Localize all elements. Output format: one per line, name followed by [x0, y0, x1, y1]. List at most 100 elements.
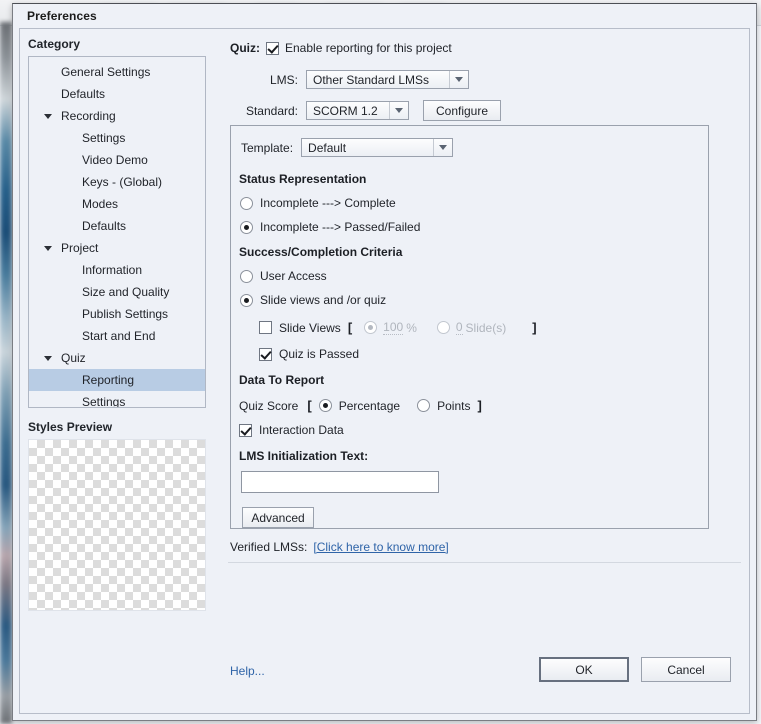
footer-separator: [228, 562, 741, 563]
quiz-score-label: Quiz Score: [239, 398, 299, 413]
interaction-data-checkbox[interactable]: [239, 423, 252, 437]
lms-initialization-text-input[interactable]: [241, 471, 439, 493]
slide-views-bracket-close: ]: [532, 320, 537, 335]
interaction-data-label: Interaction Data: [259, 423, 344, 437]
slide-views-label: Slide Views: [279, 320, 341, 335]
sidebar-item-label: Modes: [82, 197, 119, 211]
verified-lms-link[interactable]: [Click here to know more]: [313, 540, 448, 554]
chevron-down-icon: [449, 71, 468, 88]
enable-reporting-row: Quiz: Enable reporting for this project: [230, 41, 452, 55]
quiz-is-passed-label: Quiz is Passed: [279, 347, 360, 361]
radio-incomplete-complete[interactable]: [240, 196, 253, 210]
radio-incomplete-passed-failed[interactable]: [240, 220, 253, 234]
sidebar-item-keys-global[interactable]: Keys - (Global): [29, 171, 205, 193]
percent-value-field[interactable]: 100: [383, 320, 404, 335]
styles-preview-canvas: [28, 439, 206, 611]
tree-expand-icon[interactable]: [42, 105, 54, 127]
percentage-label: Percentage: [338, 398, 401, 413]
verified-lms-row: Verified LMSs: [Click here to know more]: [230, 540, 449, 554]
data-to-report-heading: Data To Report: [239, 373, 325, 387]
slides-unit-label: Slide(s): [465, 320, 507, 335]
enable-reporting-label: Enable reporting for this project: [285, 41, 452, 55]
template-dropdown[interactable]: Default: [301, 138, 454, 157]
status-option-passed-failed[interactable]: Incomplete ---> Passed/Failed: [240, 220, 420, 234]
quiz-score-row: Quiz Score [ Percentage Points ]: [239, 398, 482, 413]
sidebar-item-quiz[interactable]: Quiz: [29, 347, 205, 369]
standard-dropdown-value: SCORM 1.2: [313, 103, 378, 118]
sidebar-item-information[interactable]: Information: [29, 259, 205, 281]
lms-row: LMS: Other Standard LMSs: [230, 70, 469, 89]
status-option-complete[interactable]: Incomplete ---> Complete: [240, 196, 396, 210]
template-dropdown-value: Default: [308, 140, 347, 155]
configure-button[interactable]: Configure: [423, 100, 501, 121]
slide-views-checkbox[interactable]: [259, 321, 272, 334]
sidebar-item-reporting[interactable]: Reporting: [29, 369, 205, 391]
category-tree[interactable]: General Settings Defaults Recording Setting…: [28, 56, 206, 408]
radio-user-access[interactable]: [240, 269, 253, 283]
sidebar-item-general-settings[interactable]: General Settings: [29, 61, 205, 83]
sidebar-item-size-and-quality[interactable]: Size and Quality: [29, 281, 205, 303]
sidebar-item-start-and-end[interactable]: Start and End: [29, 325, 205, 347]
sidebar-item-modes[interactable]: Modes: [29, 193, 205, 215]
tree-expand-icon[interactable]: [42, 237, 54, 259]
quiz-is-passed-row: Quiz is Passed: [259, 347, 359, 361]
cancel-button-label: Cancel: [667, 662, 705, 677]
standard-dropdown[interactable]: SCORM 1.2: [306, 101, 409, 120]
sidebar-item-label: Defaults: [61, 87, 106, 101]
lms-dropdown[interactable]: Other Standard LMSs: [306, 70, 469, 89]
sidebar-item-defaults[interactable]: Defaults: [29, 83, 205, 105]
criteria-option-user-access-label: User Access: [260, 269, 327, 283]
status-representation-heading: Status Representation: [239, 172, 367, 186]
reporting-panel: Quiz: Enable reporting for this project …: [228, 37, 741, 705]
sidebar-item-label: Quiz: [61, 351, 86, 365]
sidebar-item-settings[interactable]: Settings: [29, 127, 205, 149]
status-option-complete-label: Incomplete ---> Complete: [260, 196, 396, 210]
background-filmstrip: [0, 22, 12, 724]
standard-label: Standard:: [245, 103, 298, 118]
sidebar-item-defaults[interactable]: Defaults: [29, 215, 205, 237]
quiz-label: Quiz:: [230, 41, 260, 55]
help-link[interactable]: Help...: [230, 664, 265, 678]
sidebar-item-label: Recording: [61, 109, 116, 123]
sidebar-item-label: Size and Quality: [82, 285, 170, 299]
sidebar-item-recording[interactable]: Recording: [29, 105, 205, 127]
sidebar-item-publish-settings[interactable]: Publish Settings: [29, 303, 205, 325]
criteria-option-user-access[interactable]: User Access: [240, 269, 327, 283]
advanced-button[interactable]: Advanced: [242, 507, 314, 528]
sidebar-item-label: Defaults: [82, 219, 127, 233]
cancel-button[interactable]: Cancel: [641, 657, 731, 682]
chevron-down-icon: [433, 139, 452, 156]
points-label: Points: [437, 398, 471, 413]
preferences-dialog: Preferences Category General Settings Def…: [12, 3, 757, 721]
percent-unit-label: %: [406, 320, 417, 335]
criteria-option-slide-views-quiz[interactable]: Slide views and /or quiz: [240, 293, 386, 307]
slides-value-field[interactable]: 0: [455, 320, 463, 335]
sidebar-item-label: Keys - (Global): [82, 175, 163, 189]
quiz-score-bracket-open: [: [307, 398, 312, 413]
lms-initialization-text-label: LMS Initialization Text:: [239, 449, 369, 463]
template-row: Template: Default: [241, 138, 454, 157]
radio-points[interactable]: [417, 399, 431, 412]
sidebar-item-video-demo[interactable]: Video Demo: [29, 149, 205, 171]
radio-percentage-threshold[interactable]: [364, 321, 378, 334]
sidebar-item-settings[interactable]: Settings: [29, 391, 205, 408]
interaction-data-row: Interaction Data: [239, 423, 344, 437]
sidebar-item-label: Video Demo: [82, 153, 148, 167]
sidebar-item-project[interactable]: Project: [29, 237, 205, 259]
quiz-is-passed-checkbox[interactable]: [259, 347, 272, 361]
dialog-titlebar: Preferences: [13, 4, 756, 26]
slide-views-bracket-open: [: [347, 320, 353, 335]
left-column: Category General Settings Defaults Recordi…: [28, 37, 218, 611]
ok-button[interactable]: OK: [539, 657, 629, 682]
lms-label: LMS:: [269, 72, 298, 87]
sidebar-item-label: Settings: [82, 395, 126, 408]
enable-reporting-checkbox[interactable]: [266, 41, 279, 55]
standard-row: Standard: SCORM 1.2 Configure: [230, 100, 501, 121]
radio-slide-views-or-quiz[interactable]: [240, 293, 253, 307]
radio-slides-threshold[interactable]: [436, 321, 450, 334]
verified-lms-label: Verified LMSs:: [230, 540, 308, 554]
sidebar-item-label: General Settings: [61, 65, 151, 79]
radio-percentage[interactable]: [318, 399, 332, 412]
tree-expand-icon[interactable]: [42, 347, 54, 369]
page-title: Preferences: [27, 9, 97, 23]
